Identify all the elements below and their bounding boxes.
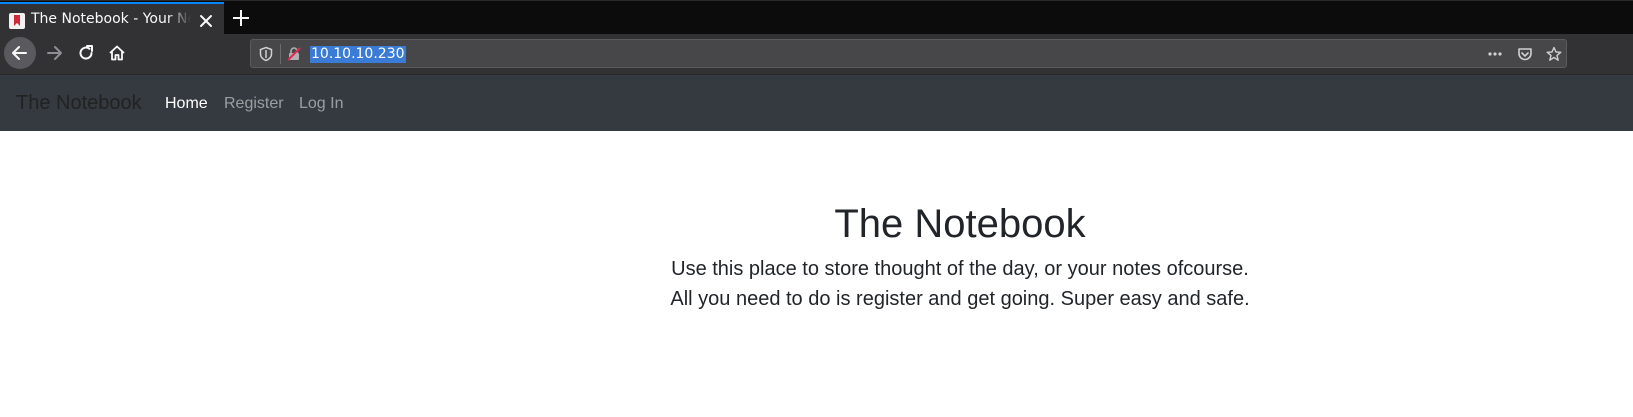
url-text[interactable]: 10.10.10.230 [310,46,406,63]
forward-button[interactable] [38,37,70,69]
address-bar[interactable]: 10.10.10.230 [250,39,1567,68]
browser-tab-active[interactable]: The Notebook - Your Notes [0,2,224,35]
hero-text-line-1: Use this place to store thought of the d… [671,258,1249,280]
home-button[interactable] [101,37,133,69]
nav-link-register[interactable]: Register [224,95,284,113]
arrow-left-icon [12,46,27,60]
arrow-right-icon [47,46,62,60]
site-brand[interactable]: The Notebook [16,92,142,115]
page-title: The Notebook [834,202,1086,246]
urlbar-separator [280,44,281,64]
back-button[interactable] [4,37,36,69]
nav-link-home[interactable]: Home [165,95,208,113]
hero-text-line-2: All you need to do is register and get g… [670,288,1250,310]
close-icon[interactable] [198,13,214,29]
insecure-lock-icon[interactable] [286,46,302,62]
tab-strip: The Notebook - Your Notes [0,0,1633,35]
tab-title: The Notebook - Your Notes [31,11,191,27]
reload-icon [79,45,93,60]
browser-toolbar: 10.10.10.230 [0,34,1633,74]
shield-icon[interactable] [258,46,274,62]
hero-section: The Notebook Use this place to store tho… [620,200,1300,314]
notebook-bookmark-icon [9,13,25,29]
more-icon[interactable] [1487,46,1503,62]
plus-icon[interactable] [231,8,251,28]
star-icon[interactable] [1546,46,1562,62]
home-icon [109,45,125,61]
pocket-icon[interactable] [1517,46,1533,62]
reload-button[interactable] [70,37,102,69]
nav-link-login[interactable]: Log In [299,95,343,113]
site-navbar: The Notebook Home Register Log In [0,74,1633,131]
